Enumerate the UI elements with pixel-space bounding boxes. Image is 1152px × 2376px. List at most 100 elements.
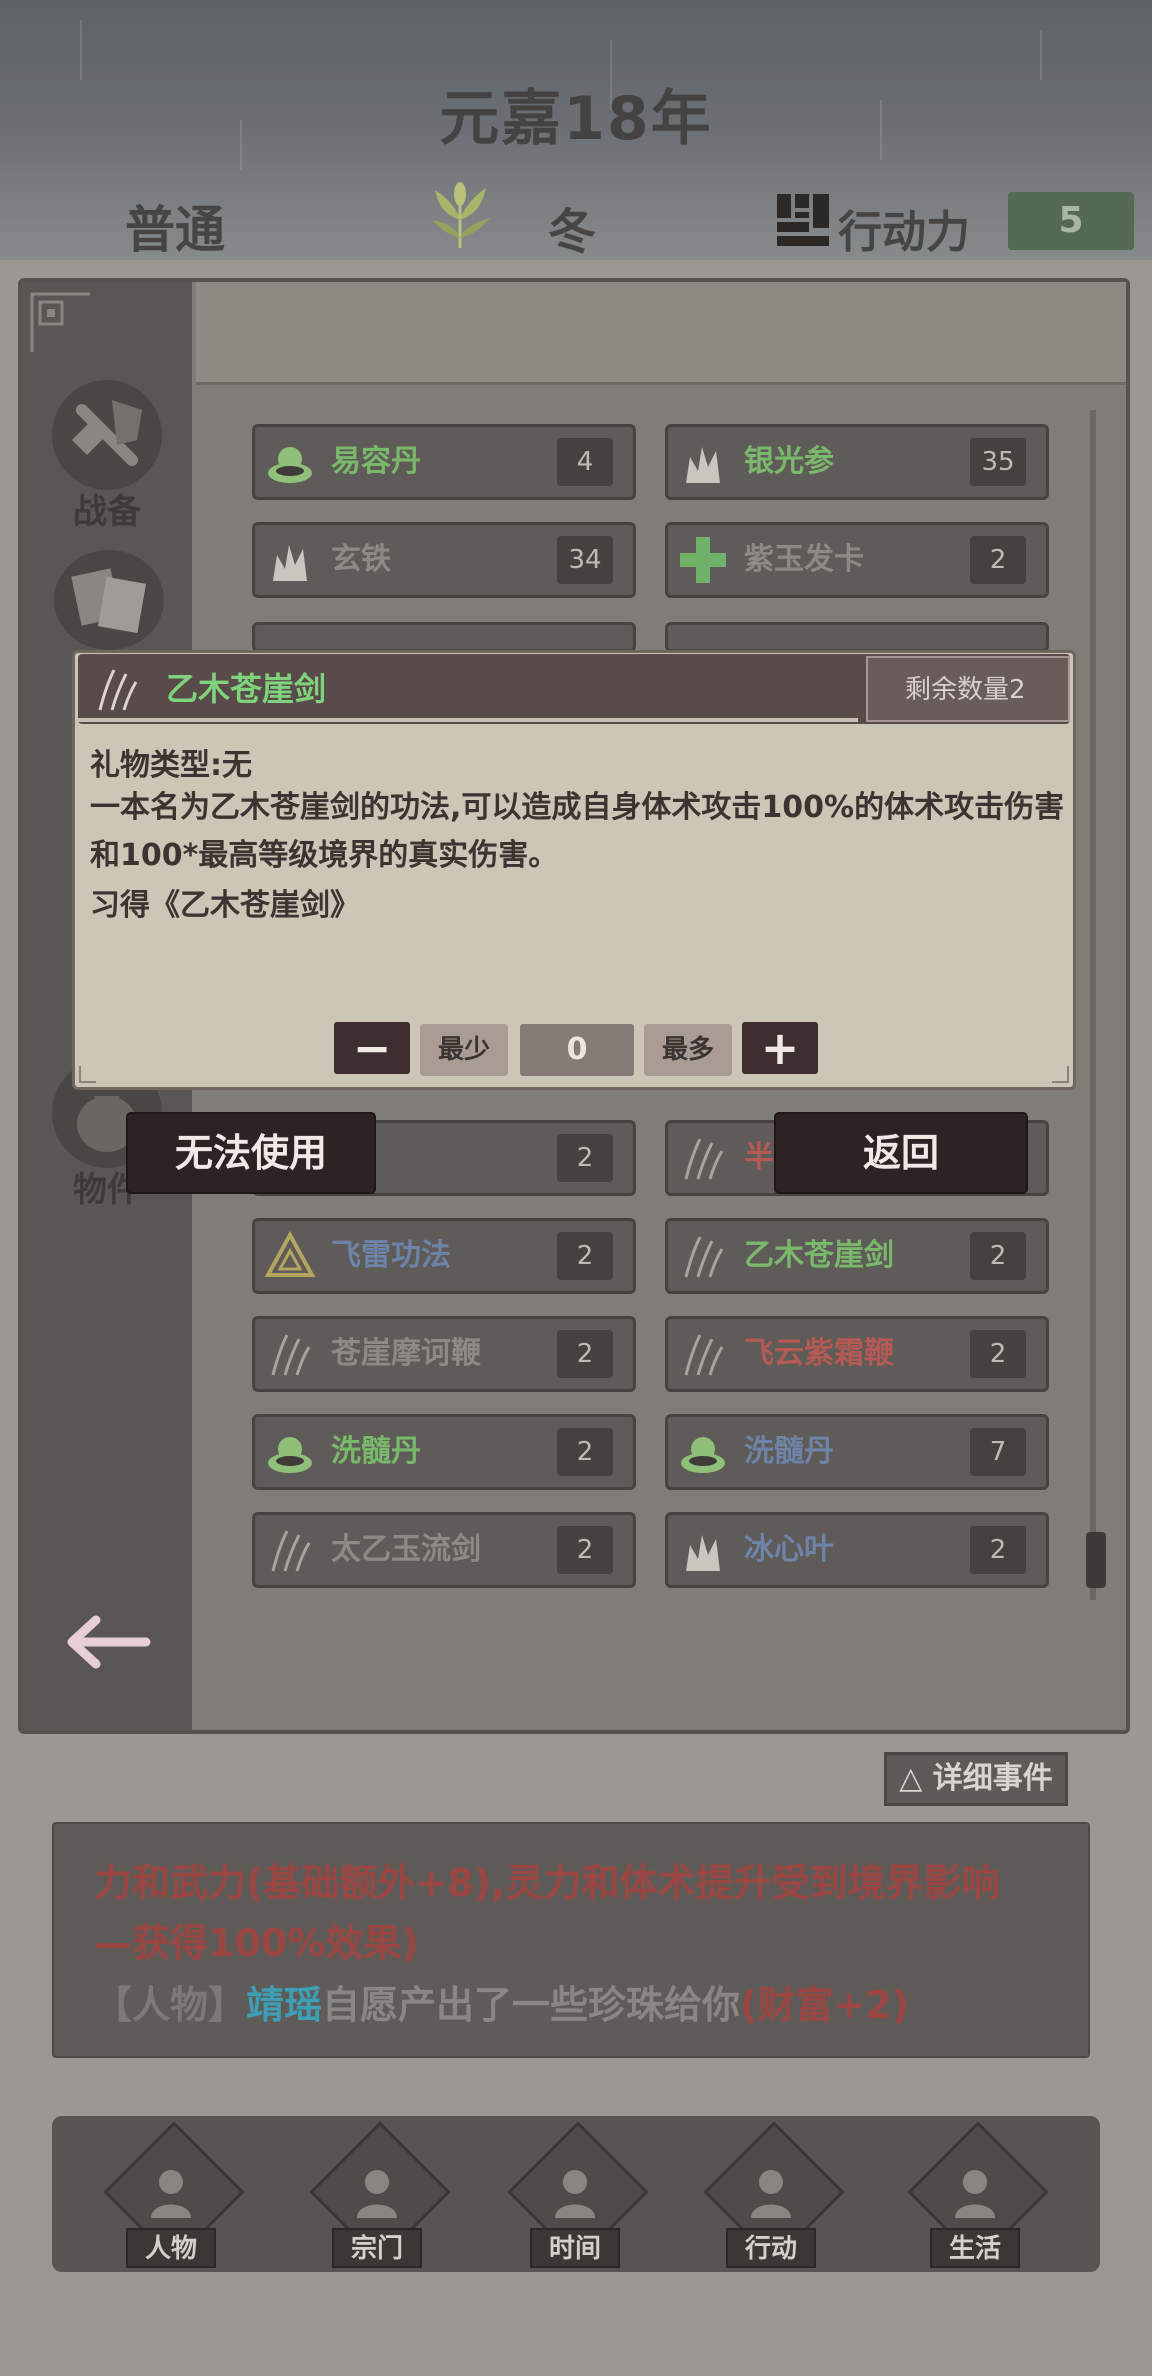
- inventory-item[interactable]: 太乙玉流剑 2: [252, 1512, 636, 1588]
- action-icon: [736, 2156, 806, 2226]
- quantity-field[interactable]: 0: [520, 1024, 634, 1076]
- corner-ornament-icon: [79, 1066, 96, 1083]
- item-name: 苍崖摩诃鞭: [331, 1336, 481, 1371]
- cards-icon[interactable]: [54, 550, 164, 650]
- item-name: 乙木苍崖剑: [744, 1238, 894, 1273]
- nav-label: 宗门: [332, 2228, 422, 2268]
- inventory-item[interactable]: 洗髓丹 2: [252, 1414, 636, 1490]
- item-count: 2: [970, 1232, 1026, 1280]
- item-count: 35: [970, 438, 1026, 486]
- herb-icon: [265, 535, 315, 585]
- scrollbar-thumb[interactable]: [1086, 1532, 1106, 1588]
- difficulty-mode: 普通: [125, 201, 225, 259]
- item-count: 2: [970, 536, 1026, 584]
- detail-events-button[interactable]: △ 详细事件: [884, 1752, 1068, 1806]
- item-count: 2: [970, 1330, 1026, 1378]
- inventory-item[interactable]: 乙木苍崖剑 2: [665, 1218, 1049, 1294]
- item-count: 2: [970, 1526, 1026, 1574]
- inventory-item[interactable]: 洗髓丹 7: [665, 1414, 1049, 1490]
- item-name: 飞雷功法: [331, 1238, 451, 1273]
- corner-ornament-icon: [1052, 1066, 1069, 1083]
- claw-icon: [265, 1525, 315, 1575]
- inventory-item[interactable]: [665, 622, 1049, 652]
- season-label: 冬: [548, 204, 597, 260]
- item-name: 银光参: [744, 444, 834, 479]
- nav-item-3[interactable]: 行动: [696, 2121, 846, 2268]
- cross-icon: [678, 535, 728, 585]
- back-arrow-icon[interactable]: [62, 1612, 152, 1672]
- item-count: 2: [557, 1232, 613, 1280]
- item-count: 7: [970, 1428, 1026, 1476]
- inventory-item[interactable]: 易容丹 4: [252, 424, 636, 500]
- incense-icon: [540, 2156, 610, 2226]
- min-quantity-button[interactable]: 最少: [420, 1024, 508, 1076]
- max-quantity-button[interactable]: 最多: [644, 1024, 732, 1076]
- claw-icon: [678, 1329, 728, 1379]
- item-name: 易容丹: [331, 444, 421, 479]
- popup-remaining-count: 剩余数量2: [905, 675, 1026, 705]
- increase-quantity-button[interactable]: +: [742, 1022, 818, 1074]
- use-item-button[interactable]: 无法使用: [128, 1114, 374, 1192]
- person-icon: [136, 2156, 206, 2226]
- sidebar-item-equipment[interactable]: 战备: [32, 380, 182, 533]
- corner-ornament-icon: [30, 292, 90, 352]
- herb-icon: [678, 437, 728, 487]
- inventory-item[interactable]: 飞雷功法 2: [252, 1218, 636, 1294]
- item-count: 34: [557, 536, 613, 584]
- herb-icon: [678, 1525, 728, 1575]
- item-description: 一本名为乙木苍崖剑的功法,可以造成自身体术攻击100%的体术攻击伤害和100*最…: [90, 790, 1065, 873]
- log-line: —获得100%效果): [94, 1921, 419, 1965]
- item-name: 紫玉发卡: [744, 542, 864, 577]
- nav-label: 生活: [930, 2228, 1020, 2268]
- pill-icon: [265, 1427, 315, 1477]
- item-name: 半: [744, 1140, 774, 1175]
- decrease-quantity-button[interactable]: −: [334, 1022, 410, 1074]
- wheat-icon: [432, 182, 490, 248]
- grid-icon: [777, 194, 829, 246]
- inventory-item[interactable]: 玄铁 34: [252, 522, 636, 598]
- item-name: 洗髓丹: [744, 1434, 834, 1469]
- log-line: 【人物】靖瑶自愿产出了一些珍珠给你(财富+2): [94, 1974, 909, 2029]
- claw-icon: [265, 1329, 315, 1379]
- item-count: 2: [557, 1134, 613, 1182]
- nav-item-1[interactable]: 宗门: [302, 2121, 452, 2268]
- inventory-item[interactable]: 银光参 35: [665, 424, 1049, 500]
- inventory-item[interactable]: 冰心叶 2: [665, 1512, 1049, 1588]
- nav-item-2[interactable]: 时间: [500, 2121, 650, 2268]
- nav-item-4[interactable]: 生活: [900, 2121, 1050, 2268]
- item-count: 2: [557, 1428, 613, 1476]
- sword-shield-icon: [52, 380, 162, 490]
- log-text: 自愿产出了一些珍珠给你: [322, 1983, 741, 2027]
- inventory-item[interactable]: 苍崖摩诃鞭 2: [252, 1316, 636, 1392]
- scrollbar-track[interactable]: [1090, 410, 1096, 1600]
- log-bonus: (财富+2): [740, 1983, 910, 2027]
- return-button[interactable]: 返回: [776, 1114, 1026, 1192]
- pill-icon: [678, 1427, 728, 1477]
- popup-header-divider: [78, 718, 858, 722]
- item-learn-text: 习得《乙木苍崖剑》: [90, 888, 360, 923]
- inventory-tabbar: [196, 282, 1126, 385]
- inventory-item[interactable]: 紫玉发卡 2: [665, 522, 1049, 598]
- item-name: 飞云紫霜鞭: [744, 1336, 894, 1371]
- inventory-item[interactable]: [252, 622, 636, 652]
- item-name: 冰心叶: [744, 1532, 834, 1567]
- item-count: 2: [557, 1526, 613, 1574]
- log-line: 力和武力(基础额外+8),灵力和体术提升受到境界影响: [94, 1861, 1000, 1905]
- item-count: 2: [557, 1330, 613, 1378]
- action-points-label: 行动力: [838, 207, 970, 258]
- log-tag: 【人物】: [94, 1983, 247, 2027]
- inventory-item[interactable]: 飞云紫霜鞭 2: [665, 1316, 1049, 1392]
- nav-label: 时间: [530, 2228, 620, 2268]
- item-name: 玄铁: [331, 542, 391, 577]
- nav-item-0[interactable]: 人物: [96, 2121, 246, 2268]
- pill-icon: [265, 437, 315, 487]
- claw-icon: [98, 669, 138, 711]
- item-name: 太乙玉流剑: [331, 1532, 481, 1567]
- gift-type: 礼物类型:无: [90, 748, 252, 783]
- popup-item-name: 乙木苍崖剑: [166, 670, 327, 708]
- log-person-name: 靖瑶: [246, 1983, 323, 2027]
- claw-icon: [678, 1231, 728, 1281]
- year-title: 元嘉18年: [439, 84, 713, 154]
- nav-label: 人物: [126, 2228, 216, 2268]
- field-icon: [940, 2156, 1010, 2226]
